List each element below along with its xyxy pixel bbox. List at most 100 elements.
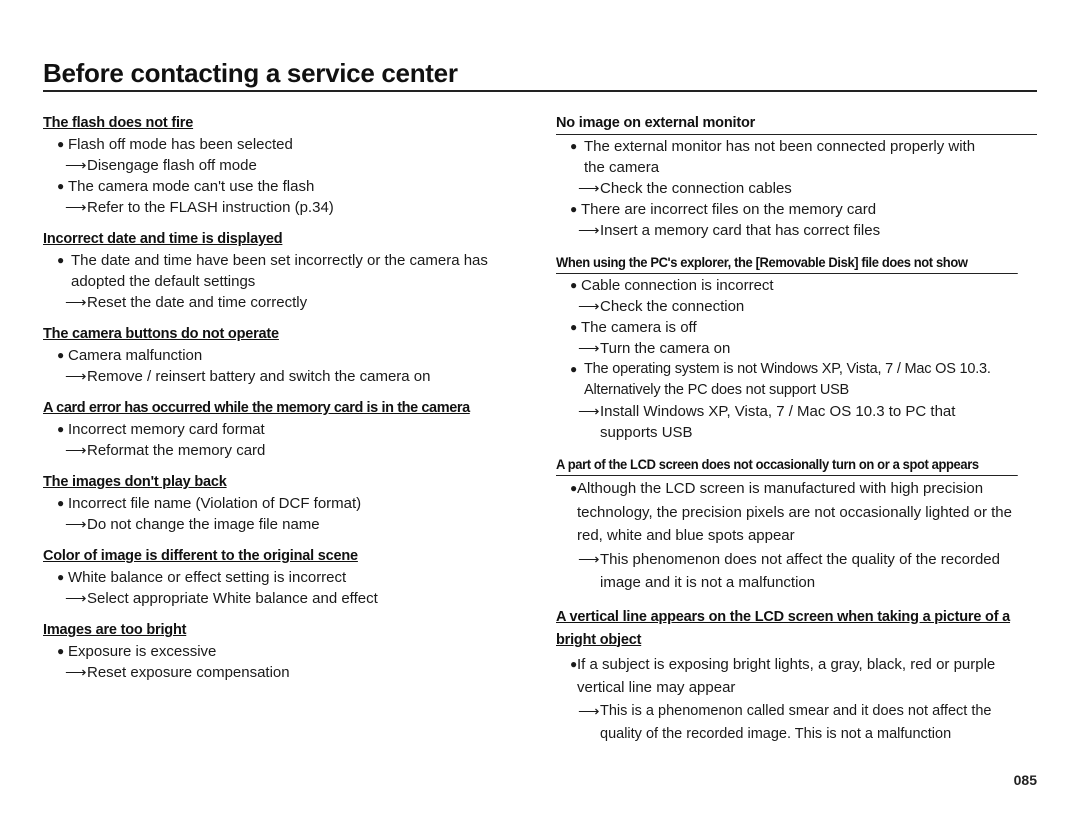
- cause-item: ● There are incorrect files on the memor…: [556, 199, 1037, 220]
- cause-text: The external monitor has not been connec…: [584, 138, 976, 176]
- cause-text: The operating system is not Windows XP, …: [584, 361, 991, 398]
- section-heading: A card error has occurred while the memo…: [43, 400, 470, 416]
- cause-item: ● Incorrect memory card format: [43, 419, 533, 440]
- left-column: The flash does not fire ● Flash off mode…: [43, 113, 533, 694]
- bullet-icon: ●: [570, 320, 578, 334]
- arrow-right-icon: ⟶: [578, 403, 600, 420]
- arrow-right-icon: ⟶: [65, 157, 87, 174]
- arrow-right-icon: ⟶: [65, 664, 87, 681]
- remedy-item: ⟶ Disengage flash off mode: [43, 155, 533, 176]
- remedy-text: Remove / reinsert battery and switch the…: [87, 368, 431, 385]
- section-heading: The images don't play back: [43, 474, 227, 490]
- remedy-text: Insert a memory card that has correct fi…: [600, 222, 881, 239]
- cause-item: ● White balance or effect setting is inc…: [43, 567, 533, 588]
- remedy-text: Turn the camera on: [600, 340, 731, 357]
- cause-text: Cable connection is incorrect: [581, 277, 774, 294]
- arrow-right-icon: ⟶: [578, 180, 600, 197]
- bullet-icon: ●: [57, 422, 65, 436]
- bullet-icon: ●: [57, 570, 65, 584]
- section-removable-disk-not-shown: When using the PC's explorer, the [Remov…: [556, 252, 1037, 443]
- arrow-right-icon: ⟶: [578, 222, 600, 239]
- remedy-item: ⟶ Select appropriate White balance and e…: [43, 588, 533, 609]
- remedy-item: ⟶ Remove / reinsert battery and switch t…: [43, 366, 533, 387]
- arrow-right-icon: ⟶: [578, 298, 600, 315]
- arrow-right-icon: ⟶: [578, 550, 600, 568]
- section-color-different: Color of image is different to the origi…: [43, 546, 533, 609]
- remedy-text: Reset exposure compensation: [87, 664, 290, 681]
- remedy-text: This phenomenon does not affect the qual…: [600, 550, 1000, 592]
- remedy-text: Refer to the FLASH instruction (p.34): [87, 199, 334, 216]
- arrow-right-icon: ⟶: [65, 294, 87, 311]
- cause-item: ● Incorrect file name (Violation of DCF …: [43, 493, 533, 514]
- cause-text: Although the LCD screen is manufactured …: [577, 480, 1012, 544]
- section-heading: When using the PC's explorer, the [Remov…: [556, 252, 1018, 274]
- section-lcd-spot: A part of the LCD screen does not occasi…: [556, 454, 1037, 595]
- bullet-icon: ●: [57, 348, 65, 362]
- section-card-error: A card error has occurred while the memo…: [43, 398, 533, 461]
- section-camera-buttons: The camera buttons do not operate ● Came…: [43, 324, 533, 387]
- remedy-item: ⟶ Refer to the FLASH instruction (p.34): [43, 197, 533, 218]
- bullet-icon: ●: [570, 362, 578, 376]
- cause-text: Exposure is excessive: [68, 643, 217, 660]
- cause-item: ● Cable connection is incorrect: [556, 275, 1037, 296]
- section-heading: The camera buttons do not operate: [43, 326, 279, 342]
- remedy-item: ⟶ Reformat the memory card: [43, 440, 533, 461]
- bullet-icon: ●: [570, 139, 578, 153]
- page-title: Before contacting a service center: [43, 58, 458, 88]
- remedy-text: This is a phenomenon called smear and it…: [600, 702, 992, 743]
- cause-item: ● Although the LCD screen is manufacture…: [556, 477, 1037, 548]
- remedy-text: Do not change the image file name: [87, 516, 320, 533]
- cause-text: The camera is off: [581, 319, 697, 336]
- cause-item: ● Camera malfunction: [43, 345, 533, 366]
- cause-text: If a subject is exposing bright lights, …: [577, 655, 996, 697]
- bullet-icon: ●: [57, 137, 65, 151]
- remedy-item: ⟶ This is a phenomenon called smear and …: [556, 700, 1037, 747]
- section-vertical-line-lcd: A vertical line appears on the LCD scree…: [556, 606, 1037, 747]
- cause-text: Flash off mode has been selected: [68, 136, 293, 153]
- section-heading: A vertical line appears on the LCD scree…: [556, 608, 1011, 648]
- cause-item: ● The operating system is not Windows XP…: [556, 359, 1037, 401]
- section-heading: Color of image is different to the origi…: [43, 548, 358, 564]
- arrow-right-icon: ⟶: [578, 340, 600, 357]
- section-incorrect-date-time: Incorrect date and time is displayed ● T…: [43, 229, 533, 313]
- remedy-item: ⟶ Insert a memory card that has correct …: [556, 220, 1037, 241]
- remedy-text: Install Windows XP, Vista, 7 / Mac OS 10…: [600, 403, 956, 441]
- section-heading: No image on external monitor: [556, 113, 1037, 135]
- remedy-item: ⟶ Check the connection cables: [556, 178, 1037, 199]
- cause-text: The date and time have been set incorrec…: [71, 252, 488, 290]
- remedy-item: ⟶ Reset the date and time correctly: [43, 292, 533, 313]
- cause-item: ● Exposure is excessive: [43, 641, 533, 662]
- title-divider: [43, 90, 1037, 92]
- cause-text: Incorrect file name (Violation of DCF fo…: [68, 495, 362, 512]
- cause-item: ● Flash off mode has been selected: [43, 134, 533, 155]
- remedy-item: ⟶ This phenomenon does not affect the qu…: [556, 548, 1037, 595]
- right-column: No image on external monitor ● The exter…: [556, 113, 1037, 758]
- arrow-right-icon: ⟶: [65, 368, 87, 385]
- remedy-text: Check the connection: [600, 298, 745, 315]
- remedy-text: Check the connection cables: [600, 180, 792, 197]
- page-number: 085: [1013, 772, 1037, 788]
- bullet-icon: ●: [57, 253, 65, 267]
- section-heading: A part of the LCD screen does not occasi…: [556, 454, 1018, 476]
- cause-text: The camera mode can't use the flash: [68, 178, 315, 195]
- cause-item: ● If a subject is exposing bright lights…: [556, 653, 1037, 700]
- remedy-text: Select appropriate White balance and eff…: [87, 590, 378, 607]
- arrow-right-icon: ⟶: [65, 199, 87, 216]
- cause-text: Camera malfunction: [68, 347, 203, 364]
- cause-item: ● The camera is off: [556, 317, 1037, 338]
- section-heading: The flash does not fire: [43, 115, 194, 131]
- remedy-text: Disengage flash off mode: [87, 157, 257, 174]
- remedy-item: ⟶ Reset exposure compensation: [43, 662, 533, 683]
- arrow-right-icon: ⟶: [65, 516, 87, 533]
- remedy-text: Reset the date and time correctly: [87, 294, 308, 311]
- section-heading: Incorrect date and time is displayed: [43, 231, 283, 247]
- remedy-item: ⟶ Check the connection: [556, 296, 1037, 317]
- remedy-item: ⟶ Turn the camera on: [556, 338, 1037, 359]
- cause-text: White balance or effect setting is incor…: [68, 569, 347, 586]
- bullet-icon: ●: [57, 179, 65, 193]
- remedy-item: ⟶ Do not change the image file name: [43, 514, 533, 535]
- section-flash-does-not-fire: The flash does not fire ● Flash off mode…: [43, 113, 533, 218]
- cause-item: ● The external monitor has not been conn…: [556, 136, 1037, 178]
- bullet-icon: ●: [570, 278, 578, 292]
- section-no-image-external-monitor: No image on external monitor ● The exter…: [556, 113, 1037, 241]
